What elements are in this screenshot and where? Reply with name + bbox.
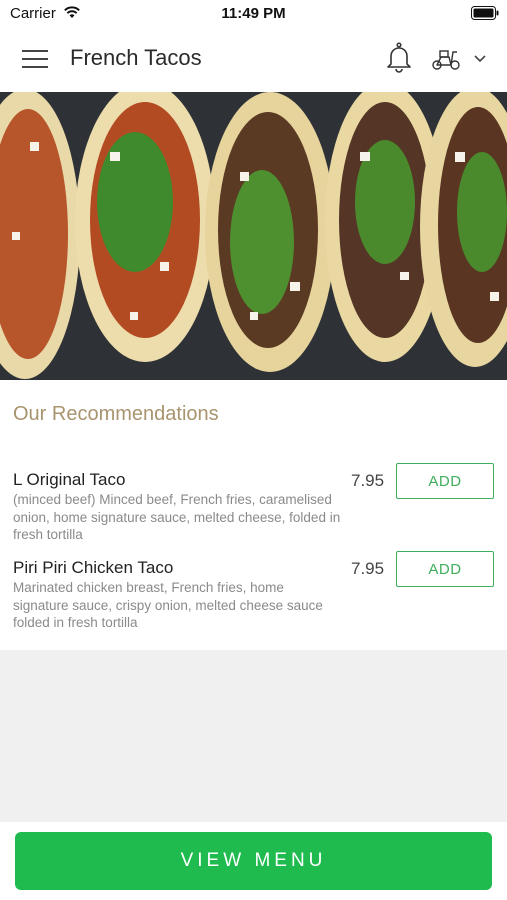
bell-icon[interactable] <box>386 42 412 74</box>
item-price: 7.95 <box>351 559 385 578</box>
clock: 11:49 PM <box>221 5 286 22</box>
app-header: French Tacos <box>0 28 507 92</box>
scooter-icon[interactable] <box>431 47 461 71</box>
item-price: 7.95 <box>351 471 385 490</box>
taco <box>75 92 215 362</box>
item-description: Marinated chicken breast, French fries, … <box>13 580 323 630</box>
chevron-down-icon[interactable] <box>473 54 487 64</box>
tacos-banner-illustration <box>0 92 507 380</box>
view-menu-button[interactable]: VIEW MENU <box>15 832 492 890</box>
page-title: French Tacos <box>70 45 202 70</box>
item-name: Piri Piri Chicken Taco <box>13 558 174 577</box>
recommendations-title: Our Recommendations <box>13 403 219 425</box>
battery-icon <box>471 6 499 20</box>
add-button[interactable]: ADD <box>396 463 494 499</box>
hero-image <box>0 92 507 380</box>
menu-icon[interactable] <box>22 48 48 70</box>
add-button[interactable]: ADD <box>396 551 494 587</box>
empty-area <box>0 650 507 822</box>
bottom-bar: VIEW MENU <box>0 822 507 900</box>
status-bar: Carrier 11:49 PM <box>0 0 507 28</box>
item-name: L Original Taco <box>13 470 126 489</box>
taco <box>205 92 335 372</box>
item-description: (minced beef) Minced beef, French fries,… <box>13 492 341 542</box>
